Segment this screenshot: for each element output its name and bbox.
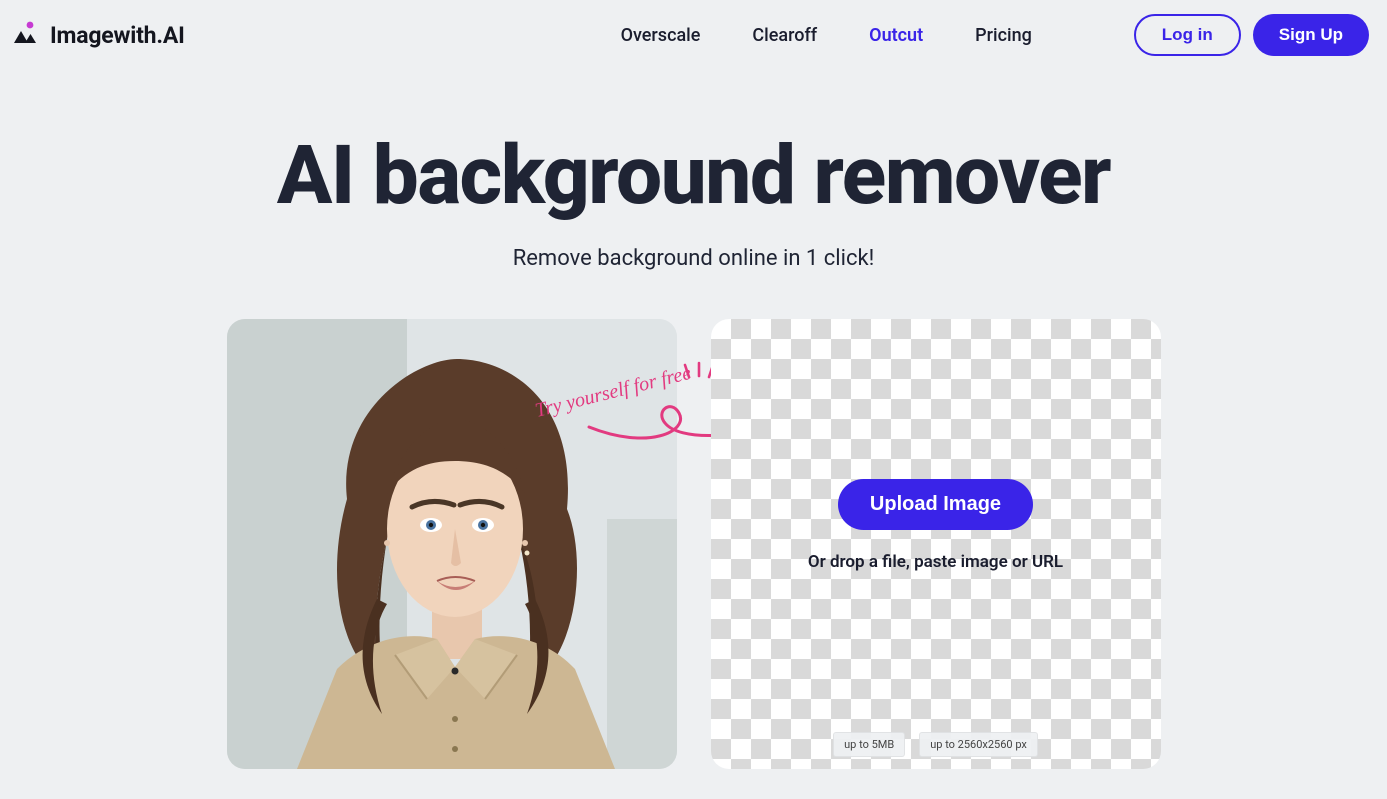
header: Imagewith.AI Overscale Clearoff Outcut P… xyxy=(0,0,1387,70)
upload-center: Upload Image Or drop a file, paste image… xyxy=(808,319,1063,732)
nav-outcut[interactable]: Outcut xyxy=(869,25,923,46)
upload-panel[interactable]: Upload Image Or drop a file, paste image… xyxy=(711,319,1161,769)
nav-overscale[interactable]: Overscale xyxy=(621,25,701,46)
hero: AI background remover Remove background … xyxy=(0,128,1387,271)
drop-hint: Or drop a file, paste image or URL xyxy=(808,552,1063,572)
brand-text: Imagewith.AI xyxy=(50,22,185,49)
login-button[interactable]: Log in xyxy=(1134,14,1241,56)
main-nav: Overscale Clearoff Outcut Pricing Log in… xyxy=(621,14,1369,56)
example-image-panel xyxy=(227,319,677,769)
logo[interactable]: Imagewith.AI xyxy=(10,20,185,50)
nav-pricing[interactable]: Pricing xyxy=(975,25,1032,46)
nav-clearoff[interactable]: Clearoff xyxy=(752,25,817,46)
limit-size: up to 5MB xyxy=(833,732,905,757)
upload-button[interactable]: Upload Image xyxy=(838,479,1033,530)
upload-limits: up to 5MB up to 2560x2560 px xyxy=(833,732,1038,769)
logo-icon xyxy=(10,20,40,50)
page-title: AI background remover xyxy=(0,128,1387,224)
page-subtitle: Remove background online in 1 click! xyxy=(0,246,1387,271)
signup-button[interactable]: Sign Up xyxy=(1253,14,1369,56)
limit-dims: up to 2560x2560 px xyxy=(919,732,1038,757)
panels: Try yourself for free Upload Image Or dr… xyxy=(0,319,1387,769)
auth-buttons: Log in Sign Up xyxy=(1134,14,1369,56)
example-portrait xyxy=(227,319,677,769)
